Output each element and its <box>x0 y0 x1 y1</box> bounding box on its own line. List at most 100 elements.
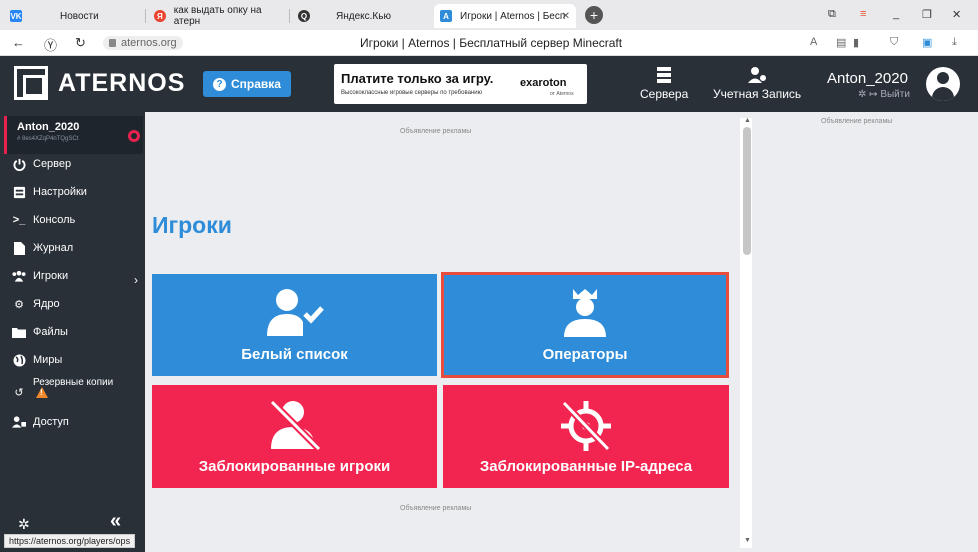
right-ad-pane <box>752 112 978 552</box>
sidebar: Anton_2020 # 8es4XZqP4nTQgSCt Сервер Нас… <box>0 112 145 552</box>
page-title: Игроки | Aternos | Бесплатный сервер Min… <box>360 36 623 50</box>
tab-label: Игроки | Aternos | Бесп <box>460 10 566 22</box>
avatar[interactable] <box>926 67 960 101</box>
ad-label-bottom: Объявление рекламы <box>400 505 472 512</box>
scrollbar-thumb[interactable] <box>743 127 751 255</box>
new-tab-button[interactable]: + <box>585 6 603 24</box>
sidebar-item-label: Консоль <box>33 214 76 226</box>
reader-icon[interactable]: ▤ <box>836 36 846 49</box>
power-icon <box>12 157 26 171</box>
minimize-icon[interactable]: _ <box>893 8 899 20</box>
card-label: Белый список <box>241 346 348 363</box>
chevron-right-icon: › <box>134 273 138 287</box>
folder-icon <box>12 325 26 339</box>
tabs-icon[interactable]: ⧉ <box>828 8 836 21</box>
ad-banner[interactable]: Платите только за игру. Высококлассные и… <box>334 64 587 104</box>
user-check-icon <box>266 289 324 336</box>
user-name[interactable]: Anton_2020 <box>827 70 908 87</box>
banned-players-card[interactable]: Заблокированные игроки <box>152 385 437 488</box>
sidebar-item-files[interactable]: Файлы <box>12 325 68 339</box>
page-heading: Игроки <box>152 212 232 238</box>
scroll-down-icon[interactable]: ▼ <box>744 537 751 544</box>
tab-label: Яндекс.Кью <box>336 10 391 22</box>
tab-aternos-players[interactable]: A Игроки | Aternos | Бесп ✕ <box>434 4 576 28</box>
ad-headline: Платите только за игру. <box>341 71 494 86</box>
bookmark-icon[interactable]: ▮ <box>853 36 859 49</box>
sidebar-item-console[interactable]: >_ Консоль <box>12 213 76 227</box>
sidebar-item-access[interactable]: Доступ <box>12 415 69 429</box>
tab-label: как выдать опку на атерн <box>173 5 262 27</box>
help-label: Справка <box>231 77 281 91</box>
logo-text[interactable]: ATERNOS <box>58 69 185 98</box>
console-icon: >_ <box>12 214 26 226</box>
yandex-icon: Я <box>154 10 166 22</box>
operators-card[interactable]: Операторы <box>441 272 729 378</box>
sidebar-item-worlds[interactable]: Миры <box>12 353 62 367</box>
account-link[interactable]: Учетная Запись <box>713 66 801 101</box>
sidebar-item-label: Ядро <box>33 298 60 310</box>
log-icon <box>12 241 26 255</box>
protect-shield-icon[interactable]: ⛉ <box>890 36 898 49</box>
banned-ips-card[interactable]: Заблокированные IP-адреса <box>443 385 729 488</box>
sidebar-item-label: Файлы <box>33 326 68 338</box>
account-label: Учетная Запись <box>713 87 802 101</box>
sidebar-item-label: Журнал <box>33 242 74 254</box>
scroll-up-icon[interactable]: ▲ <box>744 117 751 124</box>
translate-icon[interactable]: A <box>810 36 817 48</box>
server-id: # 8es4XZqP4nTQgSCt <box>17 136 79 142</box>
ip-banned-icon <box>561 400 611 452</box>
tab-news[interactable]: VK Новости <box>4 4 144 28</box>
account-icon <box>748 67 767 83</box>
sidebar-item-backups[interactable]: ↺ Резервные копии <box>12 377 113 399</box>
tab-label: Новости <box>60 10 99 22</box>
sidebar-item-label: Миры <box>33 354 63 366</box>
back-icon[interactable]: ← <box>12 35 25 50</box>
extension-icon[interactable]: ▣ <box>922 36 932 49</box>
help-button[interactable]: ? Справка <box>203 71 291 97</box>
url-field[interactable]: aternos.org <box>103 36 183 50</box>
server-status-icon <box>128 130 140 142</box>
whitelist-card[interactable]: Белый список <box>152 274 437 376</box>
lock-icon <box>109 39 116 47</box>
url-text: aternos.org <box>121 37 177 49</box>
servers-link[interactable]: Сервера <box>640 66 688 101</box>
sidebar-item-server[interactable]: Сервер <box>12 157 71 171</box>
collapse-sidebar-icon[interactable]: « <box>110 510 121 533</box>
logout-label: Выйти <box>880 89 910 100</box>
menu-icon[interactable]: ≡ <box>860 8 866 20</box>
browser-tab-bar: VK Новости Я как выдать опку на атерн Q … <box>0 0 978 30</box>
operator-crown-icon <box>564 289 606 337</box>
vk-icon: VK <box>10 10 22 22</box>
tab-yandex-q[interactable]: Q Яндекс.Кью <box>292 4 432 28</box>
logout-link[interactable]: ✲ ↦ Выйти <box>858 89 910 100</box>
download-icon[interactable]: ⤓ <box>952 36 957 49</box>
sidebar-item-core[interactable]: ⚙ Ядро <box>12 297 60 311</box>
reload-icon[interactable]: ↻ <box>75 35 86 51</box>
question-icon: ? <box>213 77 226 91</box>
close-window-icon[interactable]: ✕ <box>952 8 961 21</box>
core-icon: ⚙ <box>14 298 24 311</box>
server-info[interactable]: Anton_2020 # 8es4XZqP4nTQgSCt <box>4 116 143 154</box>
globe-icon <box>12 353 26 367</box>
sidebar-item-log[interactable]: Журнал <box>12 241 73 255</box>
sidebar-item-label: Настройки <box>33 186 87 198</box>
close-tab-icon[interactable]: ✕ <box>562 11 570 22</box>
settings-icon <box>12 185 26 199</box>
ad-label-right: Объявление рекламы <box>821 118 893 125</box>
aternos-icon: A <box>440 10 452 22</box>
card-label: Операторы <box>542 346 628 363</box>
warning-icon <box>36 387 48 398</box>
status-bar-url: https://aternos.org/players/ops <box>4 534 136 548</box>
servers-icon <box>657 67 672 83</box>
yandex-logo-icon[interactable]: Ⓨ <box>44 35 57 54</box>
user-banned-icon <box>269 399 321 451</box>
sidebar-item-settings[interactable]: Настройки <box>12 185 87 199</box>
gear-icon[interactable]: ✲ <box>18 516 30 533</box>
aternos-logo-icon[interactable] <box>14 66 48 100</box>
tab-search-op[interactable]: Я как выдать опку на атерн <box>148 4 288 28</box>
tab-separator <box>145 9 146 23</box>
players-icon <box>12 269 26 283</box>
sidebar-item-players[interactable]: Игроки <box>12 269 68 283</box>
restore-icon[interactable]: ❐ <box>922 8 932 21</box>
server-name: Anton_2020 <box>17 121 80 133</box>
